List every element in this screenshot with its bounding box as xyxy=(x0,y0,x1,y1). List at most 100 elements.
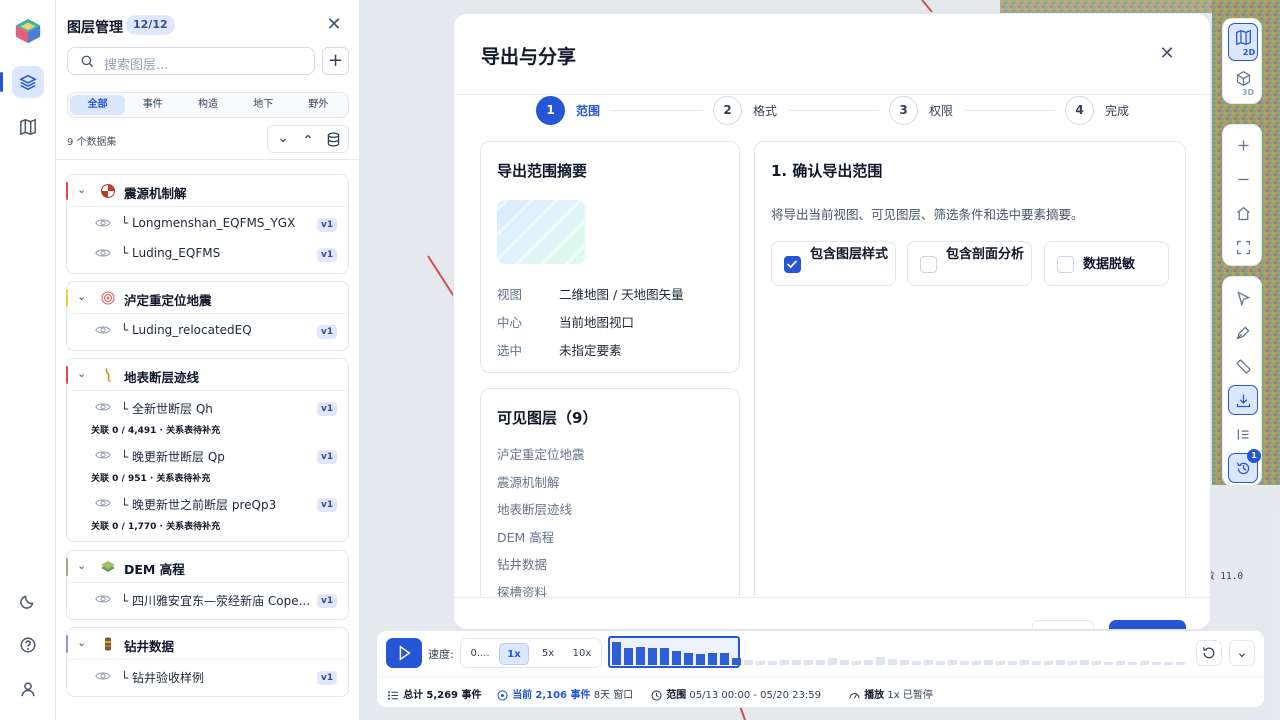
rail-map-button[interactable] xyxy=(12,111,44,143)
eye-icon[interactable] xyxy=(95,324,111,336)
histogram-bar xyxy=(720,653,729,665)
eye-icon[interactable] xyxy=(95,593,111,605)
rail-layers-button[interactable] xyxy=(12,66,44,98)
histogram-bar xyxy=(624,648,633,665)
layer-group-header[interactable]: ⌄ 震源机制解 xyxy=(66,175,348,207)
panel-close-button[interactable]: ✕ xyxy=(322,14,346,38)
filter-tab[interactable]: 野外 xyxy=(291,95,346,115)
layer-group-header[interactable]: ⌄ 地表断层迹线 xyxy=(66,359,348,391)
histogram-bar xyxy=(684,653,693,665)
checkbox[interactable] xyxy=(1057,256,1074,273)
view-mode-toolbar: 2D 3D xyxy=(1222,18,1262,104)
add-layer-button[interactable]: + xyxy=(322,47,349,75)
option-label: 包含剖面分析 xyxy=(946,247,1025,262)
layer-item[interactable]: └ 晚更新世之前断层 preQp3 v1 xyxy=(67,489,348,519)
legend-tool-button[interactable] xyxy=(1228,419,1258,449)
layer-group: ⌄ 地表断层迹线 └ 全新世断层 Qh v1 关联 0 / 4,491 · 关系表待补充… xyxy=(66,358,349,542)
reset-timeline-button[interactable] xyxy=(1196,640,1222,666)
speed-option[interactable]: 5x xyxy=(533,643,563,665)
collapse-all-button[interactable]: ⌄ xyxy=(273,130,293,146)
export-tool-button[interactable] xyxy=(1228,385,1258,415)
speed-option[interactable]: 1x xyxy=(499,643,529,665)
chevron-down-icon[interactable]: ⌄ xyxy=(77,559,86,572)
layer-item[interactable]: └ Luding_EQFMS v1 xyxy=(67,239,348,269)
checkbox[interactable] xyxy=(784,256,801,273)
database-icon[interactable] xyxy=(325,131,342,148)
expand-all-button[interactable]: ⌃ xyxy=(298,133,318,149)
layer-item[interactable]: └ Luding_relocatedEQ v1 xyxy=(67,316,348,346)
layer-item-name: └ Luding_EQFMS xyxy=(121,246,221,260)
back-button[interactable] xyxy=(1032,620,1094,629)
window-value: 8天 窗口 xyxy=(593,690,634,701)
filter-tab[interactable]: 全部 xyxy=(70,95,126,115)
eye-icon[interactable] xyxy=(95,449,111,461)
eye-icon[interactable] xyxy=(95,217,111,229)
filter-tab[interactable]: 地下 xyxy=(236,95,291,115)
view-2d-button[interactable]: 2D xyxy=(1228,23,1258,61)
layer-group-header[interactable]: ⌄ 钻井数据 xyxy=(66,628,348,660)
ruler-icon xyxy=(1236,359,1250,373)
eye-icon[interactable] xyxy=(95,247,111,259)
dialog-close-button[interactable]: ✕ xyxy=(1155,42,1179,66)
chevron-down-icon[interactable]: ⌄ xyxy=(77,183,86,196)
chevron-down-icon[interactable]: ⌄ xyxy=(77,636,86,649)
eye-icon[interactable] xyxy=(95,401,111,413)
visible-layers-title: 可见图层（9） xyxy=(497,409,598,427)
histogram-bar xyxy=(696,654,705,665)
summary-value: 未指定要素 xyxy=(559,343,622,358)
next-button[interactable] xyxy=(1109,620,1186,629)
chevron-down-icon[interactable]: ⌄ xyxy=(77,367,86,380)
filter-tab[interactable]: 构造 xyxy=(180,95,235,115)
layer-item[interactable]: └ 晚更新世断层 Qp v1 xyxy=(67,441,348,471)
rail-user-button[interactable] xyxy=(12,673,44,705)
rail-help-button[interactable] xyxy=(12,629,44,661)
histogram-bar xyxy=(804,660,813,665)
filter-tab[interactable]: 事件 xyxy=(125,95,180,115)
histogram-bar xyxy=(672,651,681,665)
play-button[interactable] xyxy=(386,638,422,668)
eye-icon[interactable] xyxy=(95,670,111,682)
draw-tool-button[interactable] xyxy=(1228,317,1258,347)
version-badge: v1 xyxy=(317,248,338,262)
layer-item-name: └ Longmenshan_EQFMS_YGX xyxy=(121,216,296,230)
zoom-out-button[interactable] xyxy=(1228,164,1258,194)
view-3d-button[interactable]: 3D xyxy=(1228,65,1258,101)
group-accent-bar xyxy=(66,635,68,653)
home-view-button[interactable] xyxy=(1228,198,1258,228)
eye-icon[interactable] xyxy=(95,497,111,509)
checkbox[interactable] xyxy=(920,256,937,273)
play-label: 播放 xyxy=(864,690,885,701)
timeline-collapse-button[interactable]: ⌄ xyxy=(1229,640,1255,666)
layer-search-input[interactable]: 搜索图层... xyxy=(67,47,315,75)
step-label: 格式 xyxy=(753,104,778,118)
map-thumbnail xyxy=(497,200,585,264)
measure-tool-button[interactable] xyxy=(1228,351,1258,381)
target-icon xyxy=(497,689,508,701)
layer-item[interactable]: └ 全新世断层 Qh v1 xyxy=(67,393,348,423)
speed-option[interactable]: 10x xyxy=(567,643,597,665)
layer-item[interactable]: └ 四川雅安宜东—荥经新庙 Cope... v1 xyxy=(67,585,348,615)
histogram-bar xyxy=(636,647,645,665)
layer-item[interactable]: └ 钻井验收样例 v1 xyxy=(67,662,348,692)
history-tool-button[interactable]: 1 xyxy=(1228,449,1261,483)
export-option[interactable]: 数据脱敏 xyxy=(1044,241,1169,286)
export-option[interactable]: 包含剖面分析 xyxy=(907,241,1032,286)
chevron-down-icon[interactable]: ⌄ xyxy=(77,290,86,303)
cursor-icon xyxy=(1236,290,1250,307)
histogram-bar xyxy=(732,658,741,665)
step-number: 4 xyxy=(1065,96,1094,125)
group-accent-bar xyxy=(66,182,68,200)
layer-group-title: 地表断层迹线 xyxy=(124,370,200,385)
layer-group-header[interactable]: ⌄ DEM 高程 xyxy=(66,551,348,583)
layer-group-header[interactable]: ⌄ 泸定重定位地震 xyxy=(66,282,348,314)
step-label: 权限 xyxy=(929,104,954,118)
export-option[interactable]: 包含图层样式 xyxy=(771,241,896,286)
event-histogram[interactable] xyxy=(608,636,1189,668)
select-tool-button[interactable] xyxy=(1228,283,1258,313)
zoom-in-button[interactable] xyxy=(1228,130,1258,160)
rail-theme-button[interactable] xyxy=(12,585,44,617)
visible-layer-item: 钻井数据 xyxy=(497,557,548,572)
layer-item[interactable]: └ Longmenshan_EQFMS_YGX v1 xyxy=(67,209,348,239)
fullscreen-button[interactable] xyxy=(1228,232,1258,262)
speed-option[interactable]: 0.... xyxy=(465,643,495,665)
